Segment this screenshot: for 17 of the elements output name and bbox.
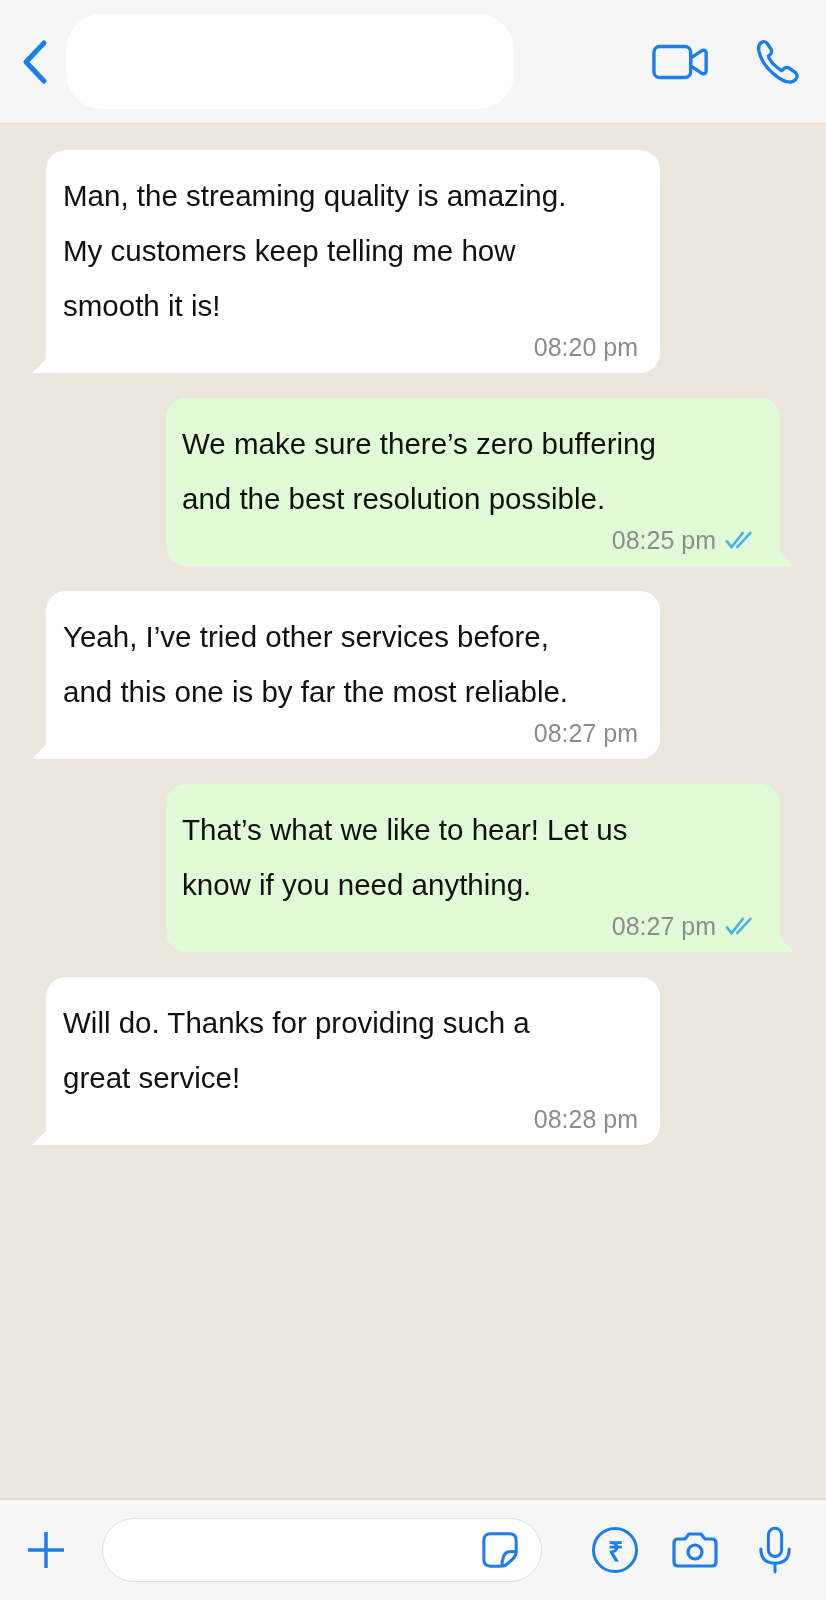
message-text: We make sure there’s zero buffering and the best resolution possible. bbox=[182, 426, 657, 517]
microphone-icon[interactable] bbox=[758, 1526, 792, 1574]
back-icon[interactable] bbox=[22, 38, 48, 85]
message-time: 08:25 pm bbox=[611, 525, 716, 556]
message-text: Yeah, I’ve tried other services before, and this one is by far the most reliable. bbox=[63, 619, 570, 710]
camera-icon[interactable] bbox=[672, 1531, 718, 1569]
message-text: That’s what we like to hear! Let us know if you need anything. bbox=[182, 812, 629, 903]
message-text: Will do. Thanks for providing such a great service! bbox=[63, 1005, 531, 1096]
message-time: 08:28 pm bbox=[533, 1104, 638, 1135]
message-time: 08:27 pm bbox=[611, 911, 716, 942]
sticker-icon[interactable] bbox=[481, 1531, 519, 1569]
message-time: 08:27 pm bbox=[533, 718, 638, 749]
phone-icon[interactable] bbox=[754, 38, 800, 85]
message-time: 08:20 pm bbox=[533, 332, 638, 363]
plus-icon[interactable] bbox=[26, 1530, 66, 1570]
message-text: Man, the streaming quality is amazing. My customers keep telling me how smooth it is! bbox=[63, 178, 568, 324]
payment-button[interactable]: ₹ bbox=[592, 1527, 638, 1573]
